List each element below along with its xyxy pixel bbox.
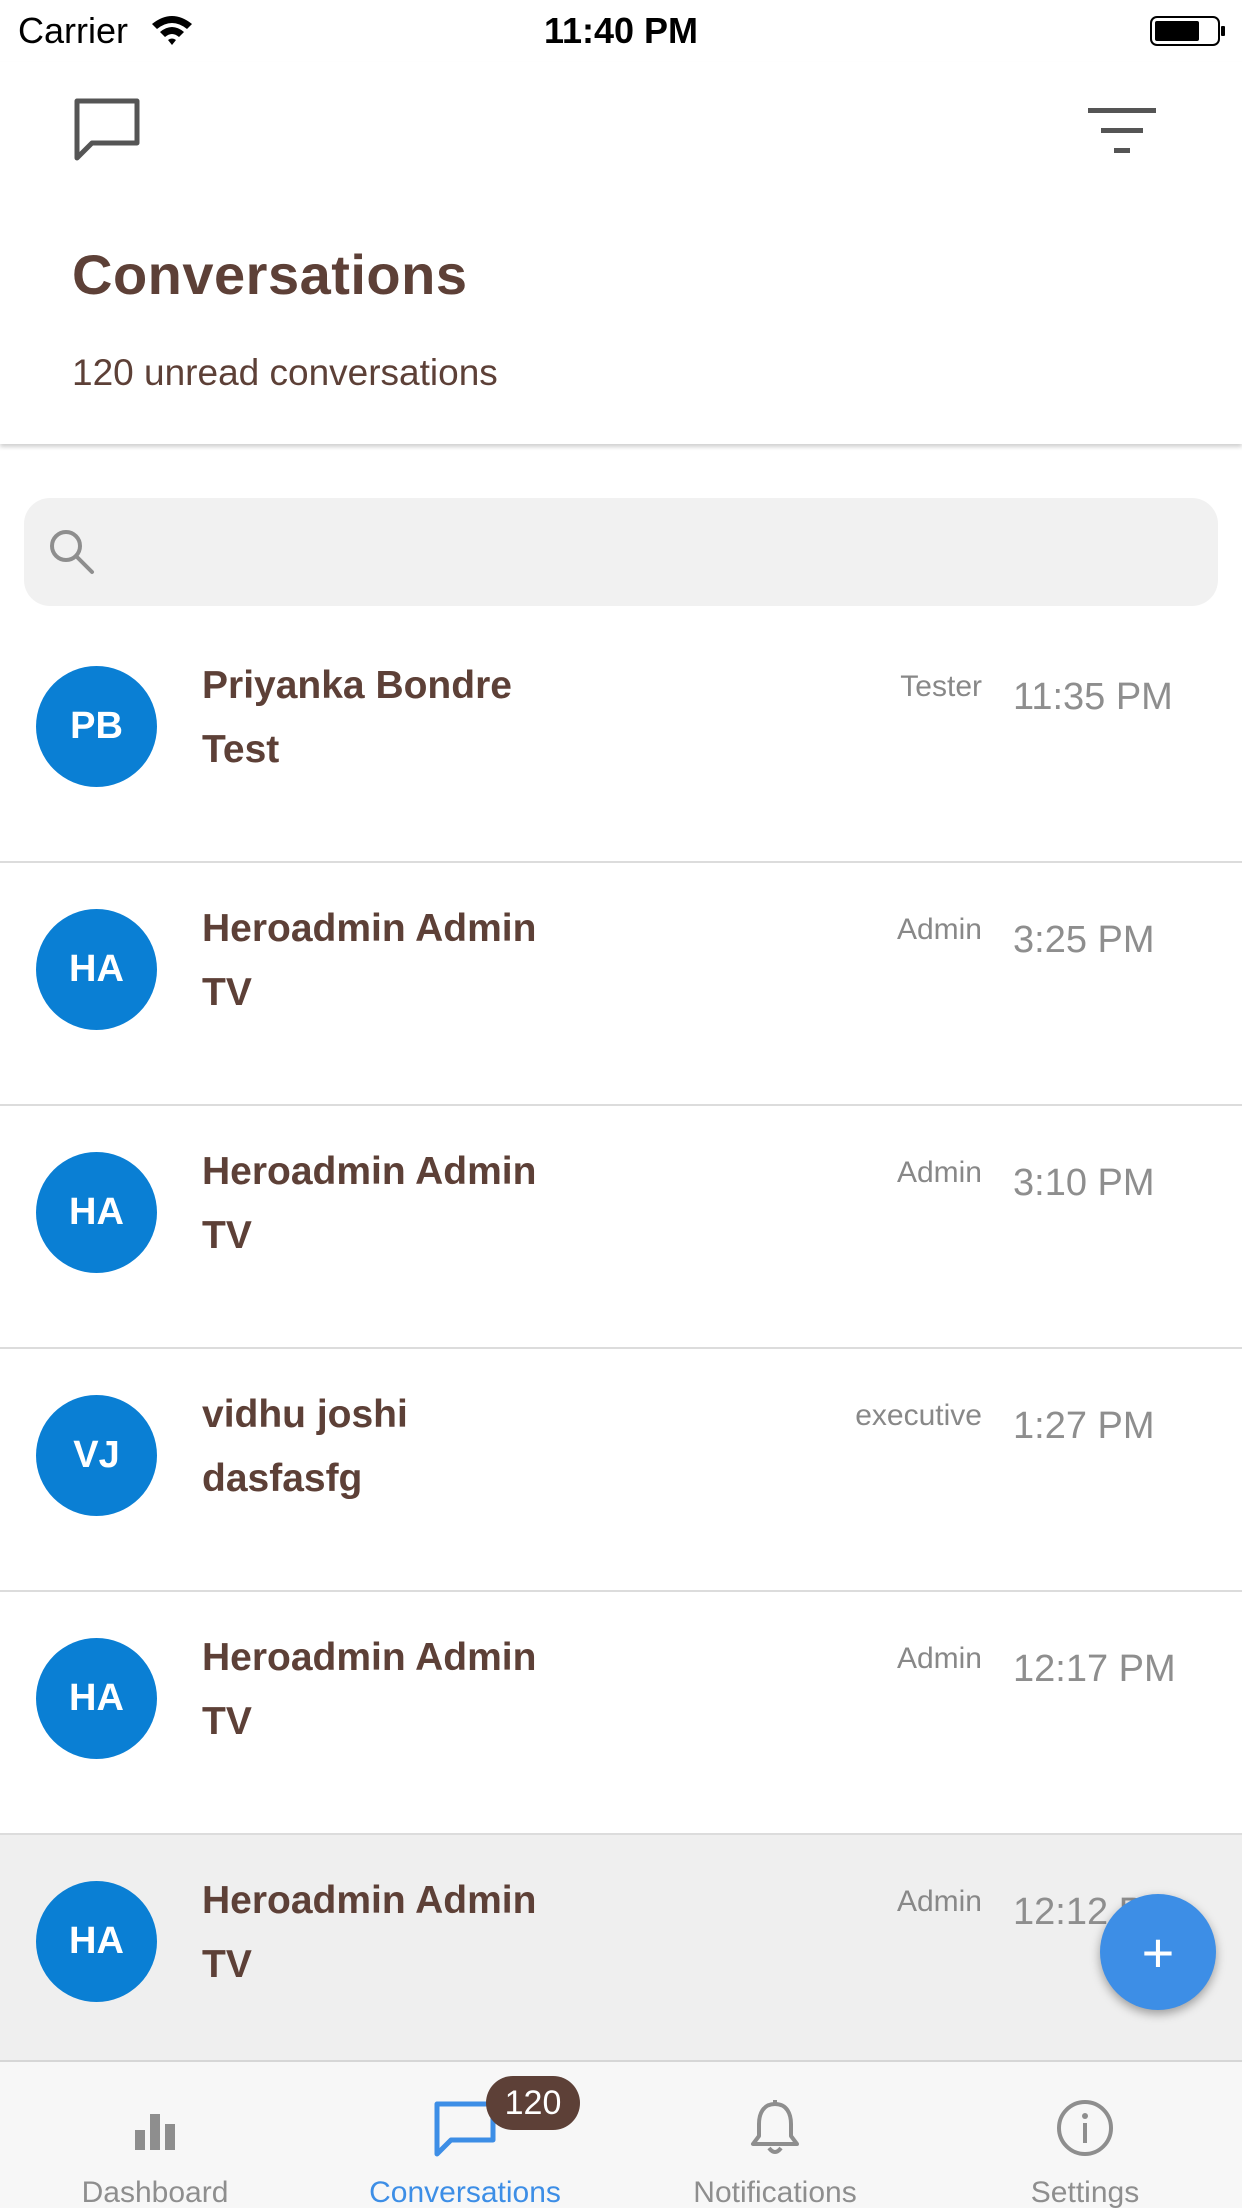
page-title: Conversations <box>72 243 468 306</box>
search-icon <box>50 530 94 574</box>
conversation-row[interactable]: HA Heroadmin Admin TV Admin 12:17 PM <box>0 1592 1242 1835</box>
contact-name: Heroadmin Admin <box>202 1150 537 1193</box>
conversation-row[interactable]: HA Heroadmin Admin TV Admin 3:25 PM <box>0 863 1242 1106</box>
contact-role: Admin <box>896 1885 982 1918</box>
avatar: HA <box>36 909 157 1030</box>
contact-name: Heroadmin Admin <box>202 1636 537 1679</box>
status-time: 11:40 PM <box>543 10 699 51</box>
contact-name: Heroadmin Admin <box>202 1879 537 1922</box>
status-bar: Carrier 11:40 PM <box>0 0 1242 62</box>
info-icon <box>1057 2100 1113 2156</box>
tab-notifications[interactable]: Notifications <box>620 2062 930 2208</box>
contact-name: vidhu joshi <box>202 1393 408 1436</box>
conversation-row[interactable]: HA Heroadmin Admin TV Admin 3:10 PM <box>0 1106 1242 1349</box>
last-message: Test <box>202 728 280 771</box>
contact-role: Admin <box>896 913 982 946</box>
contact-role: Tester <box>900 670 982 703</box>
last-message: dasfasfg <box>202 1457 363 1500</box>
last-message: TV <box>202 1700 252 1743</box>
conversation-row[interactable]: HA Heroadmin Admin TV Admin 12:12 PM <box>0 1835 1242 2078</box>
message-time: 1:27 PM <box>1013 1405 1155 1447</box>
tab-label: Settings <box>1030 2176 1140 2208</box>
message-time: 11:35 PM <box>1013 676 1173 718</box>
battery-icon <box>1150 16 1225 46</box>
last-message: TV <box>202 971 252 1014</box>
bar-chart-icon <box>135 2114 175 2150</box>
unread-badge: 120 <box>486 2076 580 2130</box>
conversation-row[interactable]: VJ vidhu joshi dasfasfg executive 1:27 P… <box>0 1349 1242 1592</box>
filter-icon[interactable] <box>1088 106 1156 156</box>
chat-bubble-icon[interactable] <box>72 96 142 162</box>
contact-role: executive <box>855 1399 982 1432</box>
new-conversation-button[interactable]: + <box>1100 1894 1216 2010</box>
avatar: HA <box>36 1152 157 1273</box>
message-time: 12:17 PM <box>1013 1648 1176 1690</box>
avatar: PB <box>36 666 157 787</box>
conversation-row[interactable]: PB Priyanka Bondre Test Tester 11:35 PM <box>0 620 1242 863</box>
avatar: HA <box>36 1881 157 2002</box>
message-time: 3:25 PM <box>1013 919 1155 961</box>
tab-settings[interactable]: Settings <box>930 2062 1240 2208</box>
search-bar[interactable] <box>24 498 1218 606</box>
tab-label: Notifications <box>693 2176 857 2208</box>
conversation-list: PB Priyanka Bondre Test Tester 11:35 PM … <box>0 620 1242 2078</box>
contact-name: Heroadmin Admin <box>202 907 537 950</box>
avatar: VJ <box>36 1395 157 1516</box>
search-input[interactable] <box>114 518 1194 586</box>
tab-bar: Dashboard 120 Conversations Notification… <box>0 2060 1242 2208</box>
last-message: TV <box>202 1214 252 1257</box>
contact-role: Admin <box>896 1156 982 1189</box>
tab-label: Conversations <box>369 2176 561 2208</box>
avatar: HA <box>36 1638 157 1759</box>
tab-label: Dashboard <box>81 2176 229 2208</box>
tab-conversations[interactable]: 120 Conversations <box>310 2062 620 2208</box>
header: Conversations 120 unread conversations <box>0 62 1242 444</box>
contact-role: Admin <box>896 1642 982 1675</box>
tab-dashboard[interactable]: Dashboard <box>0 2062 310 2208</box>
contact-name: Priyanka Bondre <box>202 664 512 707</box>
message-time: 3:10 PM <box>1013 1162 1155 1204</box>
last-message: TV <box>202 1943 252 1986</box>
unread-count-subtitle: 120 unread conversations <box>72 352 498 393</box>
bell-icon <box>751 2100 799 2154</box>
